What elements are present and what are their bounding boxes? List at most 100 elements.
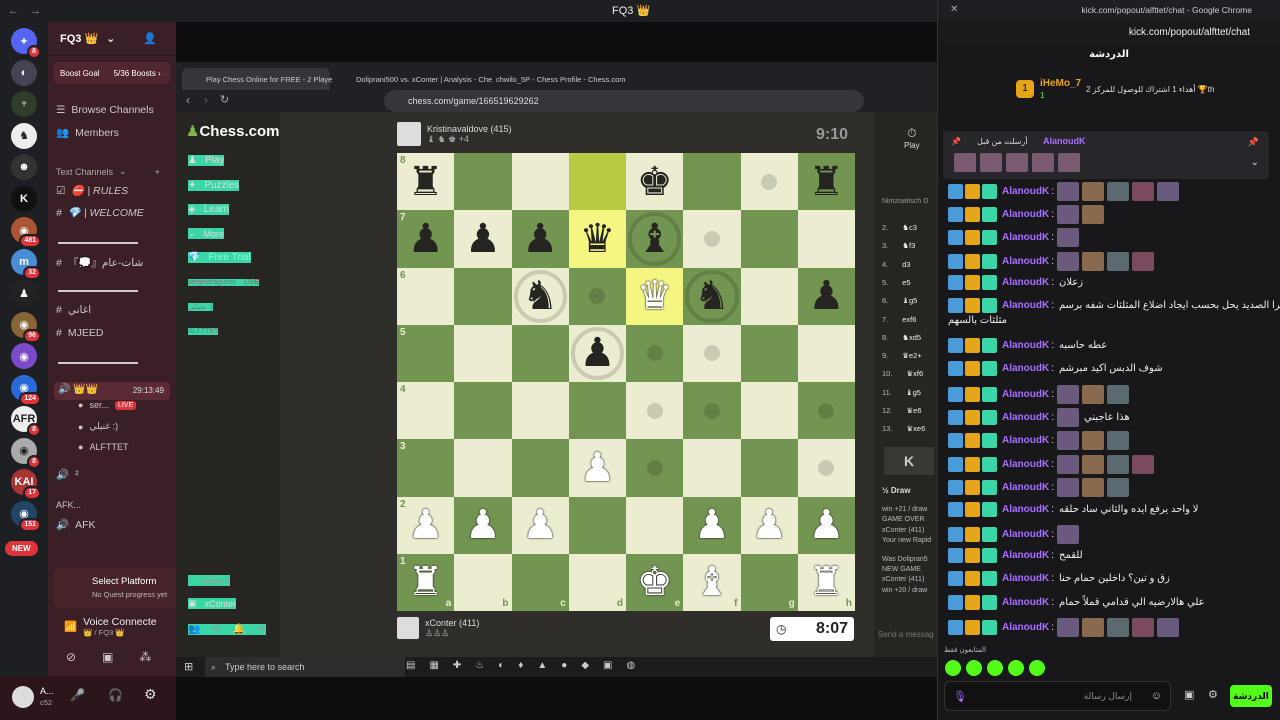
text-channels-category[interactable]: Text Channels ⌄ + (56, 166, 160, 177)
square-c6[interactable]: ♞ (511, 267, 569, 325)
square-c7[interactable]: ♟ (511, 210, 569, 268)
square-f4[interactable] (683, 382, 741, 440)
chat-username[interactable]: AlanoudK (1002, 363, 1049, 374)
server-icon-s8[interactable]: m 32 (11, 248, 41, 280)
gear-icon[interactable]: ⚙ (257, 624, 266, 635)
black-bishop-piece[interactable]: ♝ (637, 219, 673, 259)
friend-1[interactable]: sergeidragunov LIVE (188, 279, 260, 286)
square-a3[interactable]: 3 (397, 439, 455, 497)
boost-goal[interactable]: Boost Goal 5/36 Boosts › (54, 62, 170, 84)
voice-channel-2[interactable]: 🔊 ² (56, 468, 79, 482)
chat-message[interactable]: AlanoudK: هذا عاجبني (948, 408, 1130, 427)
white-rook-piece[interactable]: ♜ (808, 562, 844, 602)
square-g3[interactable] (740, 439, 798, 497)
black-rook-piece[interactable]: ♜ (808, 162, 844, 202)
square-g7[interactable] (740, 210, 798, 268)
server-icon-s5[interactable]: ☻ (11, 154, 37, 180)
square-f5[interactable] (683, 324, 741, 382)
invite-icon[interactable]: 👤 (143, 32, 157, 45)
chess-logo[interactable]: ♟Chess.com (186, 122, 280, 140)
voice-connected[interactable]: 📶 Voice Connecte 👑 / FQ3 👑 (64, 616, 157, 637)
nav-search[interactable]: ⌕ Search (188, 575, 230, 586)
server-icon-kick[interactable]: K (11, 185, 37, 212)
chat-username[interactable]: AlanoudK (1002, 573, 1049, 584)
emoji-icon[interactable]: ☺ (1151, 690, 1162, 702)
square-b6[interactable] (454, 267, 512, 325)
chat-username[interactable]: AlanoudK (1002, 622, 1049, 633)
nav-puzzles[interactable]: ✦ Puzzles (188, 180, 240, 191)
chat-message[interactable]: AlanoudK: شوف الدبس اكيد مبرشم (948, 361, 1163, 376)
chat-username[interactable]: AlanoudK (1002, 550, 1049, 561)
black-pawn-piece[interactable]: ♟ (808, 276, 844, 316)
square-c4[interactable] (511, 382, 569, 440)
voice-user-3[interactable]: ● ALFTTET (78, 442, 128, 452)
chat-username[interactable]: AlanoudK (1002, 482, 1049, 493)
square-a2[interactable]: 2 ♟ (397, 496, 455, 554)
chat-username[interactable]: AlanoudK (1002, 209, 1049, 220)
move-row[interactable]: 7. exf6 (882, 315, 916, 324)
square-e4[interactable] (626, 382, 684, 440)
chat-username[interactable]: AlanoudK (1002, 186, 1049, 197)
taskbar-search[interactable]: ⌕ Type here to search (205, 657, 405, 677)
chat-message[interactable]: AlanoudK: (948, 618, 1179, 637)
server-icon-s2[interactable]: ◐ (11, 59, 37, 86)
avatar[interactable] (397, 122, 421, 146)
chat-message[interactable]: AlanoudK: علي هالارضيه الي قدامي قملاً حم… (948, 595, 1205, 610)
taskbar-apps[interactable]: ▤▦✚♨◐♦▲●◆▣◍ (406, 660, 649, 671)
square-a7[interactable]: 7 ♟ (397, 210, 455, 268)
move-row[interactable]: 8. ♞xd5 (882, 333, 921, 342)
chat-username[interactable]: AlanoudK (1002, 340, 1049, 351)
square-c1[interactable]: c (511, 553, 569, 611)
voice-user-1[interactable]: ● ser... LIVE (78, 400, 137, 410)
channel-welcome[interactable]: # 💎 | WELCOME (56, 206, 144, 220)
nav-free-trial[interactable]: 💎 Free Trial (188, 252, 251, 263)
headphones-icon[interactable]: 🎧 (108, 688, 123, 702)
avatar[interactable] (12, 686, 34, 708)
nav-learn[interactable]: ◈ Learn (188, 204, 230, 215)
square-f7[interactable] (683, 210, 741, 268)
camera-off-icon[interactable]: ⊘ (66, 650, 76, 664)
square-d5[interactable]: ♟ (568, 324, 626, 382)
server-icon-s11[interactable]: ◉ (11, 343, 37, 369)
white-pawn-piece[interactable]: ♟ (579, 448, 615, 488)
mic-icon[interactable]: 🎙 (953, 690, 967, 703)
square-b1[interactable]: b (454, 553, 512, 611)
channel-afk[interactable]: 🔊 AFK (56, 518, 96, 532)
friend-2[interactable]: عنبيلي :) (188, 303, 213, 311)
black-pawn-piece[interactable]: ♟ (465, 219, 501, 259)
chat-message[interactable]: AlanoudK: عطه حاسبه (948, 338, 1107, 353)
chat-message[interactable]: AlanoudK: (948, 455, 1154, 474)
active-voice-channel[interactable]: 🔊 👑👑 29:13:49 (54, 382, 170, 400)
square-b5[interactable] (454, 324, 512, 382)
square-a1[interactable]: 1 a ♜ (397, 553, 455, 611)
browse-channels[interactable]: ☰ Browse Channels (56, 104, 154, 116)
square-b3[interactable] (454, 439, 512, 497)
chat-input[interactable]: Send a messag (878, 630, 934, 639)
square-e3[interactable] (626, 439, 684, 497)
nav-profile[interactable]: ▣ xConter (188, 598, 237, 609)
first-move-button[interactable]: K (884, 447, 934, 475)
forward-icon[interactable]: › (204, 93, 208, 107)
square-d7[interactable]: ♛ (568, 210, 626, 268)
white-pawn-piece[interactable]: ♟ (694, 505, 730, 545)
store-icon[interactable]: ▣ (1184, 688, 1194, 701)
square-d8[interactable] (568, 153, 626, 211)
black-pawn-piece[interactable]: ♟ (579, 333, 615, 373)
avatar[interactable] (397, 617, 419, 639)
square-h1[interactable]: h ♜ (797, 553, 855, 611)
chevron-down-icon[interactable]: ⌄ (1251, 157, 1259, 168)
tab-play-chess[interactable]: Play Chess Online for FREE - 2 Playe (182, 68, 332, 90)
move-row[interactable]: 3. ♞f3 (882, 241, 915, 250)
back-icon[interactable]: ‹ (186, 93, 190, 107)
mic-icon[interactable]: 🎤 (70, 688, 85, 702)
tab-profile[interactable]: chwilo_5P - Chess Profile - Chess.com (472, 68, 626, 90)
black-rook-piece[interactable]: ♜ (408, 162, 444, 202)
square-d1[interactable]: d (568, 553, 626, 611)
square-b2[interactable]: ♟ (454, 496, 512, 554)
forward-icon[interactable]: → (30, 5, 44, 17)
friend-3[interactable]: ALFTTET (188, 328, 219, 335)
black-king-piece[interactable]: ♚ (637, 162, 673, 202)
chat-message[interactable]: AlanoudK: (948, 431, 1129, 450)
black-pawn-piece[interactable]: ♟ (408, 219, 444, 259)
square-c5[interactable] (511, 324, 569, 382)
